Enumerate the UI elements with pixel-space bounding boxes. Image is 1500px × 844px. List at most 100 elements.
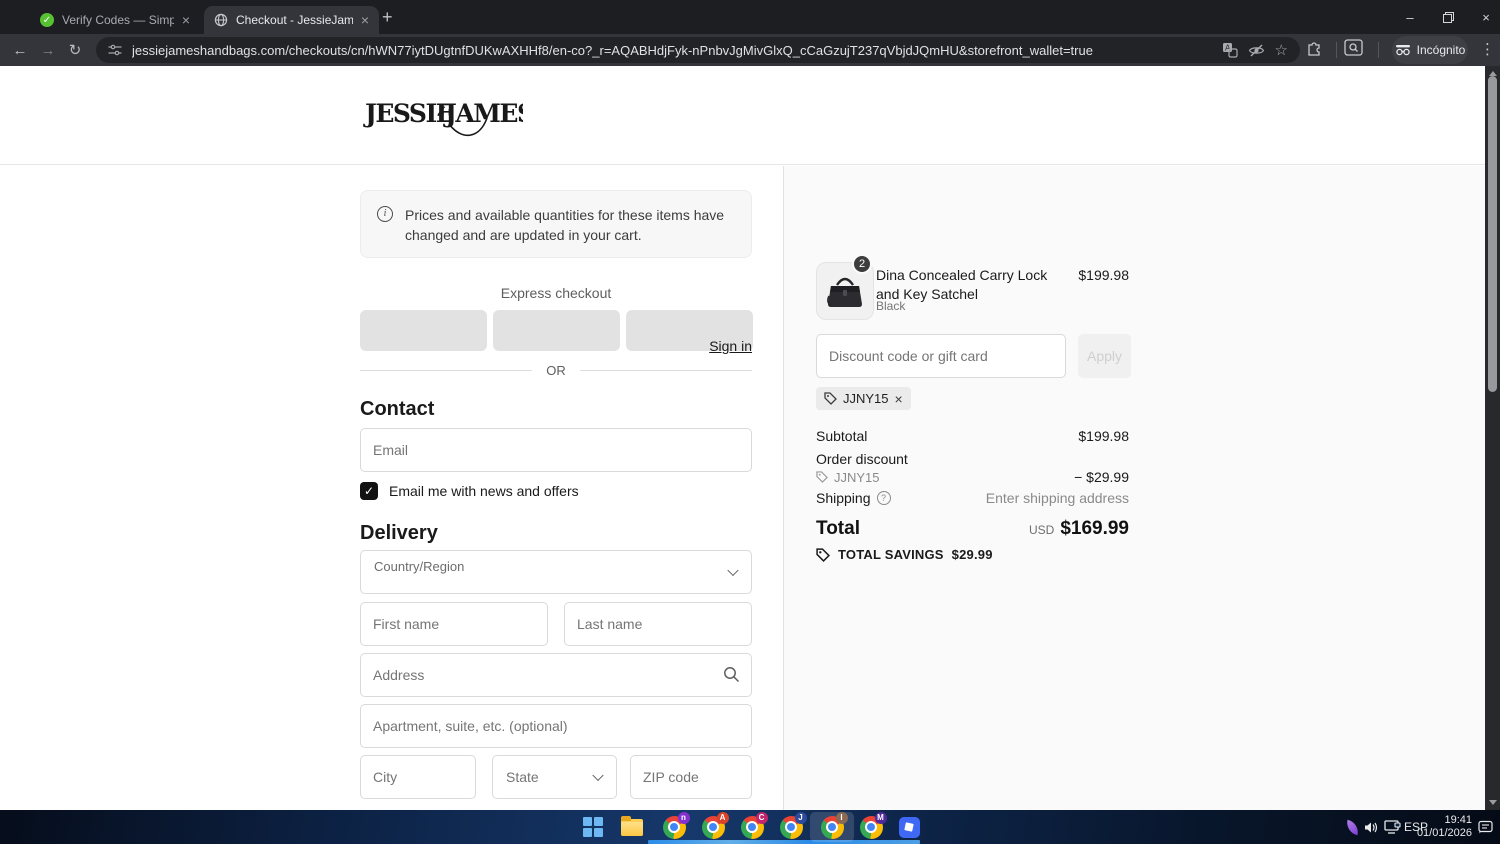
bookmark-star-icon[interactable]: ☆ <box>1275 41 1288 59</box>
profile-badge: I <box>835 811 848 824</box>
tag-icon <box>816 471 828 483</box>
chrome-profile-m-button[interactable]: M <box>859 811 887 839</box>
address-bar[interactable]: jessiejameshandbags.com/checkouts/cn/hWN… <box>96 37 1300 63</box>
order-summary-panel: 2 Dina Concealed Carry Lock and Key Satc… <box>783 166 1485 810</box>
address-input[interactable] <box>360 653 752 697</box>
eye-off-icon[interactable] <box>1248 42 1265 59</box>
zip-input[interactable] <box>630 755 752 799</box>
product-variant: Black <box>876 299 906 313</box>
tray-quill-icon[interactable] <box>1343 810 1361 844</box>
apartment-input[interactable] <box>360 704 752 748</box>
total-row: Total USD $169.99 <box>816 518 1129 540</box>
state-label: State <box>506 769 539 785</box>
new-tab-button[interactable]: + <box>382 8 393 26</box>
browser-menu-icon[interactable]: ⋮ <box>1480 40 1495 58</box>
city-input[interactable] <box>360 755 476 799</box>
discount-amount: − $29.99 <box>1074 469 1129 485</box>
screen: ✓ Verify Codes — SimplyCodes × Checkout … <box>0 0 1500 844</box>
shipping-value: Enter shipping address <box>985 490 1129 506</box>
tab-title: Verify Codes — SimplyCodes <box>62 13 174 27</box>
chrome-profile-j-button[interactable]: J <box>779 811 807 839</box>
newsletter-checkbox[interactable]: ✓ <box>360 482 378 500</box>
tab-title: Checkout - JessieJames Handba <box>236 13 353 27</box>
address-field-wrap <box>360 653 752 697</box>
back-button-icon[interactable]: ← <box>8 39 32 61</box>
tab-checkout[interactable]: Checkout - JessieJames Handba × <box>204 6 379 34</box>
discount-code-input[interactable] <box>816 334 1066 378</box>
subtotal-label: Subtotal <box>816 428 868 444</box>
window-minimize-button[interactable]: – <box>1390 0 1430 34</box>
search-icon <box>724 667 740 683</box>
quantity-badge: 2 <box>852 254 872 274</box>
extensions-puzzle-icon[interactable] <box>1306 39 1324 57</box>
chrome-icon: n <box>662 811 690 839</box>
window-close-button[interactable]: × <box>1466 0 1500 34</box>
profile-badge: A <box>716 811 729 824</box>
order-discount-row: Order discount <box>816 451 1129 467</box>
chevron-down-icon <box>727 564 739 577</box>
discount-code-row: JJNY15 − $29.99 <box>816 469 1129 485</box>
clock-date: 01/01/2026 <box>1416 827 1472 839</box>
tab-close-icon[interactable]: × <box>182 13 190 27</box>
currency-code: USD <box>1028 523 1055 537</box>
translate-icon[interactable]: A <box>1222 42 1238 58</box>
chrome-profile-a-button[interactable]: A <box>701 811 729 839</box>
delivery-heading: Delivery <box>360 522 438 544</box>
roblox-button[interactable] <box>897 815 921 839</box>
site-settings-icon[interactable] <box>108 43 122 57</box>
chevron-down-icon <box>592 769 604 782</box>
page-scrollbar[interactable] <box>1485 66 1500 810</box>
browser-tab-strip: ✓ Verify Codes — SimplyCodes × Checkout … <box>0 0 1500 34</box>
tab-simplycodes[interactable]: ✓ Verify Codes — SimplyCodes × <box>30 6 200 34</box>
country-label: Country/Region <box>374 559 465 574</box>
incognito-icon <box>1395 45 1410 56</box>
express-pay-button-skeleton[interactable] <box>493 310 620 351</box>
incognito-label: Incógnito <box>1416 43 1466 57</box>
chrome-profile-i-button-active[interactable]: I <box>820 811 848 839</box>
taskbar-clock[interactable]: 19:41 01/01/2026 <box>1417 810 1472 844</box>
apply-discount-button[interactable]: Apply <box>1078 334 1131 378</box>
newsletter-optin[interactable]: ✓ Email me with news and offers <box>360 482 579 500</box>
shipping-row: Shipping ? Enter shipping address <box>816 490 1129 506</box>
total-value: $169.99 <box>1060 518 1129 539</box>
start-button[interactable] <box>581 815 605 839</box>
applied-code: JJNY15 <box>816 469 880 485</box>
sign-in-link[interactable]: Sign in <box>688 338 752 354</box>
chrome-profile-n-button[interactable]: n <box>662 811 690 839</box>
express-pay-button-skeleton[interactable] <box>360 310 487 351</box>
savings-value: $29.99 <box>951 547 993 562</box>
product-price: $199.98 <box>1078 267 1129 283</box>
window-restore-button[interactable] <box>1428 0 1468 34</box>
last-name-input[interactable] <box>564 602 752 646</box>
jessiejames-logo[interactable]: JESSIE ✗ JAMES <box>363 88 523 144</box>
chrome-profile-c-button[interactable]: C <box>740 811 768 839</box>
chrome-icon: M <box>859 811 887 839</box>
scrollbar-thumb[interactable] <box>1488 76 1497 392</box>
file-explorer-button[interactable] <box>620 815 644 839</box>
notification-center-icon[interactable] <box>1474 810 1496 844</box>
shipping-label-wrap: Shipping ? <box>816 490 891 506</box>
contact-heading: Contact <box>360 398 435 420</box>
country-select[interactable]: Country/Region <box>360 550 752 594</box>
profile-badge: C <box>755 811 768 824</box>
first-name-input[interactable] <box>360 602 548 646</box>
network-display-icon[interactable] <box>1381 810 1403 844</box>
state-select[interactable]: State <box>492 755 617 799</box>
scroll-down-icon[interactable] <box>1489 800 1497 805</box>
tag-icon <box>824 392 837 405</box>
forward-button-icon[interactable]: → <box>36 39 60 61</box>
clock-time: 19:41 <box>1444 814 1472 827</box>
profile-badge: n <box>677 811 690 824</box>
reload-button-icon[interactable]: ↻ <box>63 39 87 61</box>
discount-chip[interactable]: JJNY15 × <box>816 387 911 410</box>
side-search-icon[interactable] <box>1344 39 1363 56</box>
shipping-help-icon[interactable]: ? <box>876 491 891 505</box>
email-input[interactable] <box>360 428 752 472</box>
remove-discount-icon[interactable]: × <box>895 391 903 407</box>
handbag-image <box>827 277 862 307</box>
order-discount-label: Order discount <box>816 451 908 467</box>
shipping-label: Shipping <box>816 490 871 506</box>
tab-close-icon[interactable]: × <box>361 13 369 27</box>
volume-icon[interactable] <box>1361 810 1381 844</box>
subtotal-row: Subtotal $199.98 <box>816 428 1129 444</box>
